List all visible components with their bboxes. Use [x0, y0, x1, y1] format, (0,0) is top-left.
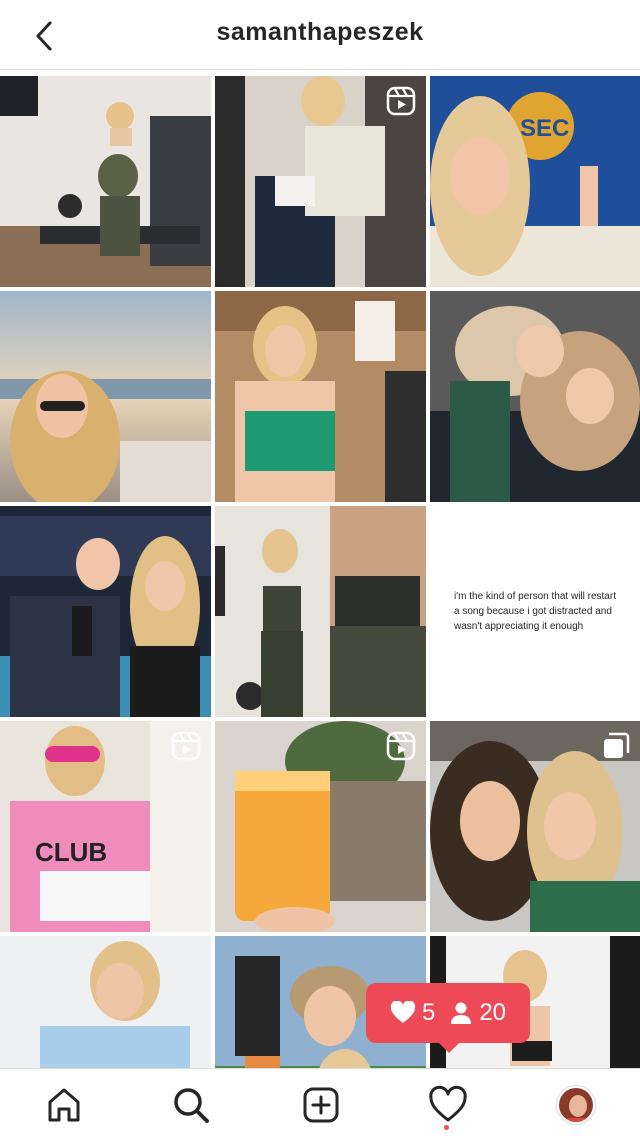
- followers-count-group: 20: [449, 999, 506, 1027]
- post-tile[interactable]: [215, 721, 426, 932]
- carousel-icon: [604, 732, 630, 758]
- nav-profile[interactable]: [552, 1081, 600, 1129]
- post-tile[interactable]: [430, 291, 640, 502]
- post-tile[interactable]: [215, 291, 426, 502]
- post-tile[interactable]: [430, 721, 640, 932]
- post-image: [215, 291, 426, 502]
- avatar: [557, 1086, 595, 1124]
- post-tile[interactable]: [0, 76, 211, 287]
- home-icon: [48, 1088, 80, 1122]
- post-tile[interactable]: SEC: [430, 76, 640, 287]
- post-image: [430, 291, 640, 502]
- post-image: [215, 506, 426, 717]
- post-tile[interactable]: [0, 291, 211, 502]
- activity-notification-bubble[interactable]: 5 20: [366, 983, 530, 1053]
- quote-text: i'm the kind of person that will restart…: [454, 591, 616, 632]
- plus-square-icon: [303, 1087, 339, 1123]
- heart-icon: [390, 1001, 416, 1023]
- post-image: [0, 291, 211, 502]
- followers-count: 20: [479, 999, 507, 1026]
- reel-icon: [386, 731, 416, 761]
- post-image: [0, 76, 211, 287]
- post-tile-quote[interactable]: i'm the kind of person that will restart…: [430, 506, 640, 717]
- likes-count: 5: [421, 999, 436, 1026]
- post-tile[interactable]: [0, 936, 211, 1068]
- reel-icon: [171, 731, 201, 761]
- profile-username: samanthapeszek: [216, 18, 424, 46]
- post-image: [0, 506, 211, 717]
- heart-outline-icon: [429, 1085, 467, 1122]
- svg-text:SEC: SEC: [520, 115, 569, 142]
- likes-count-group: 5: [390, 999, 435, 1027]
- post-tile[interactable]: CLUB: [0, 721, 211, 932]
- profile-header: samanthapeszek: [0, 0, 640, 70]
- nav-activity[interactable]: [424, 1081, 472, 1129]
- post-image: SEC: [430, 76, 640, 287]
- posts-grid: SEC i'm the kind of person that will res…: [0, 76, 640, 1068]
- nav-home[interactable]: [40, 1081, 88, 1129]
- person-icon: [451, 1002, 472, 1024]
- avatar-image: [559, 1088, 593, 1122]
- post-tile[interactable]: [0, 506, 211, 717]
- bottom-navigation: [0, 1068, 640, 1138]
- search-icon: [174, 1088, 209, 1123]
- svg-text:CLUB: CLUB: [35, 837, 107, 867]
- post-tile[interactable]: [215, 76, 426, 287]
- post-tile[interactable]: [215, 506, 426, 717]
- reel-icon: [386, 86, 416, 116]
- post-image: [0, 936, 211, 1068]
- nav-create[interactable]: [297, 1081, 345, 1129]
- activity-indicator-dot: [444, 1125, 449, 1130]
- nav-search[interactable]: [167, 1081, 215, 1129]
